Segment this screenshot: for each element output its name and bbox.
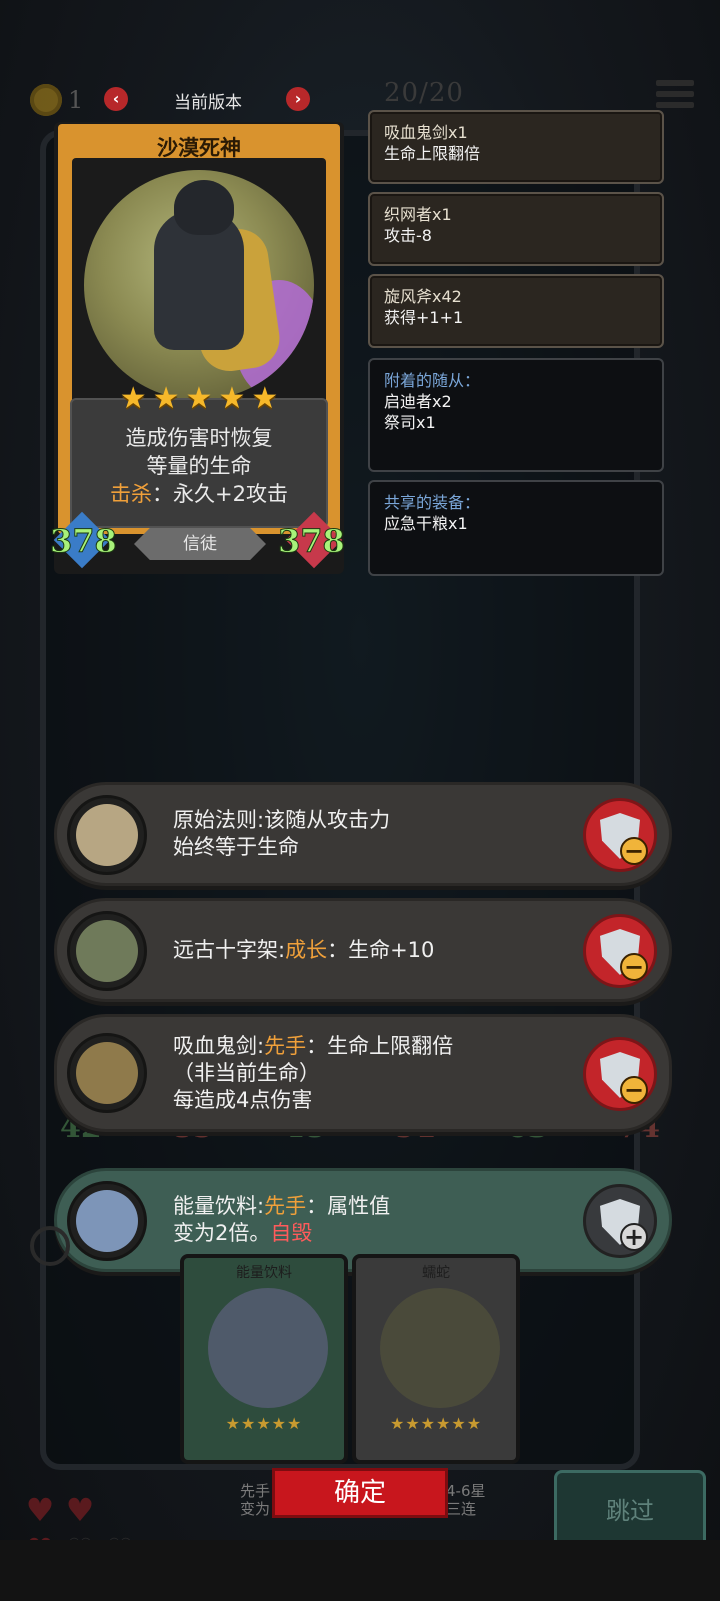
sword-icon	[67, 1033, 147, 1113]
attached-item: 祭司x1	[384, 413, 436, 432]
star-icon: ★	[152, 381, 180, 416]
relic-line: 变为2倍。自毁	[173, 1221, 313, 1245]
relic-line: （非当前生命）	[173, 1060, 320, 1085]
previous-version-button[interactable]: ‹	[104, 87, 128, 111]
shared-item: 应急干粮x1	[384, 514, 468, 533]
info-detail: 生命上限翻倍	[384, 144, 481, 163]
relic-description: 吸血鬼剑:先手：生命上限翻倍 （非当前生命） 每造成4点伤害	[173, 1017, 453, 1129]
hand-card-name: 能量饮料	[236, 1265, 292, 1281]
minion-card: 沙漠死神 造成伤害时恢复 等量的生命 击杀：永久+2攻击 ★ ★ ★ ★ ★ 3…	[50, 122, 346, 574]
info-title: 吸血鬼剑x1	[384, 123, 468, 142]
plus-icon: +	[620, 1223, 648, 1251]
desc-line: 造成伤害时恢复	[125, 426, 273, 450]
add-relic-button[interactable]: +	[583, 1184, 657, 1258]
remove-relic-button[interactable]: −	[583, 798, 657, 872]
relic-line: 远古十字架:成长：生命+10	[173, 937, 435, 962]
scales-icon	[67, 795, 147, 875]
energy-drink-icon	[67, 1181, 147, 1261]
relic-row: 吸血鬼剑:先手：生命上限翻倍 （非当前生命） 每造成4点伤害 −	[54, 1014, 672, 1132]
coin-icon	[30, 84, 62, 116]
attached-header: 附着的随从：	[384, 371, 481, 390]
relic-description: 远古十字架:成长：生命+10	[173, 901, 434, 999]
hand-card[interactable]: 蠕蛇 ★★★★★★	[352, 1254, 520, 1464]
kill-effect: ：永久+2攻击	[152, 482, 288, 506]
star-icon: ★	[119, 381, 147, 416]
version-label: 当前版本	[174, 93, 242, 113]
hand-card-stars: ★★★★★	[225, 1414, 303, 1433]
confirm-button[interactable]: 确定	[272, 1468, 448, 1518]
minus-icon: −	[620, 1076, 648, 1104]
hand-card-name: 蠕蛇	[422, 1265, 450, 1281]
star-icon: ★	[185, 381, 213, 416]
minus-icon: −	[620, 837, 648, 865]
info-detail: 攻击-8	[384, 226, 432, 245]
attached-item: 启迪者x2	[384, 392, 452, 411]
relic-row: 原始法则:该随从攻击力 始终等于生命 −	[54, 782, 672, 886]
hand-card-art	[380, 1288, 500, 1408]
star-icon: ★	[218, 381, 246, 416]
heart-icon: ♥	[25, 1491, 55, 1529]
card-stars: ★ ★ ★ ★ ★	[54, 384, 344, 414]
capacity-counter: 20/20	[384, 78, 464, 108]
shared-equipment-panel: 共享的装备： 应急干粮x1	[368, 480, 664, 576]
card-name: 沙漠死神	[157, 136, 241, 160]
heart-icon: ♥	[65, 1491, 95, 1529]
info-title: 织网者x1	[384, 205, 452, 224]
relic-line: 吸血鬼剑:先手：生命上限翻倍	[173, 1033, 454, 1058]
relic-line: 原始法则:该随从攻击力	[173, 808, 391, 832]
info-panel-equipment: 吸血鬼剑x1 生命上限翻倍	[368, 110, 664, 184]
tribe-label: 信徒	[134, 528, 266, 560]
info-title: 旋风斧x42	[384, 287, 462, 306]
card-portrait	[84, 170, 314, 400]
hand-card-text: 先手 变为	[240, 1482, 271, 1518]
remove-relic-button[interactable]: −	[583, 1037, 657, 1111]
magnifier-icon[interactable]	[30, 1226, 70, 1266]
hand-card-stars: ★★★★★★	[389, 1414, 483, 1433]
relic-line: 能量饮料:先手：属性值	[173, 1194, 391, 1218]
hand-card-art	[208, 1288, 328, 1408]
coin-count: 1	[68, 86, 84, 114]
menu-icon[interactable]	[656, 80, 694, 112]
hand-card-text: 4-6星 三连	[446, 1482, 486, 1518]
relic-description: 原始法则:该随从攻击力 始终等于生命	[173, 785, 390, 883]
next-version-button[interactable]: ›	[286, 87, 310, 111]
minus-icon: −	[620, 953, 648, 981]
info-panel-equipment: 织网者x1 攻击-8	[368, 192, 664, 266]
relic-row: 远古十字架:成长：生命+10 −	[54, 898, 672, 1002]
attached-minions-panel: 附着的随从： 启迪者x2 祭司x1	[368, 358, 664, 472]
desc-line: 等量的生命	[146, 454, 252, 478]
cross-icon	[67, 911, 147, 991]
info-panel-equipment: 旋风斧x42 获得+1+1	[368, 274, 664, 348]
kill-keyword: 击杀	[110, 482, 153, 506]
relic-line: 始终等于生命	[173, 835, 299, 859]
bottom-bar	[0, 1540, 720, 1601]
star-icon: ★	[251, 381, 279, 416]
info-detail: 获得+1+1	[384, 308, 464, 327]
card-description: 造成伤害时恢复 等量的生命 击杀：永久+2攻击	[70, 398, 328, 528]
health-value: 378	[278, 522, 346, 561]
attack-value: 378	[50, 522, 118, 561]
relic-line: 每造成4点伤害	[173, 1087, 313, 1112]
shared-header: 共享的装备：	[384, 493, 481, 512]
hand-cards: 能量饮料 ★★★★★ 蠕蛇 ★★★★★★	[180, 1254, 540, 1464]
hand-card[interactable]: 能量饮料 ★★★★★	[180, 1254, 348, 1464]
remove-relic-button[interactable]: −	[583, 914, 657, 988]
desc-line: 击杀：永久+2攻击	[72, 480, 326, 508]
